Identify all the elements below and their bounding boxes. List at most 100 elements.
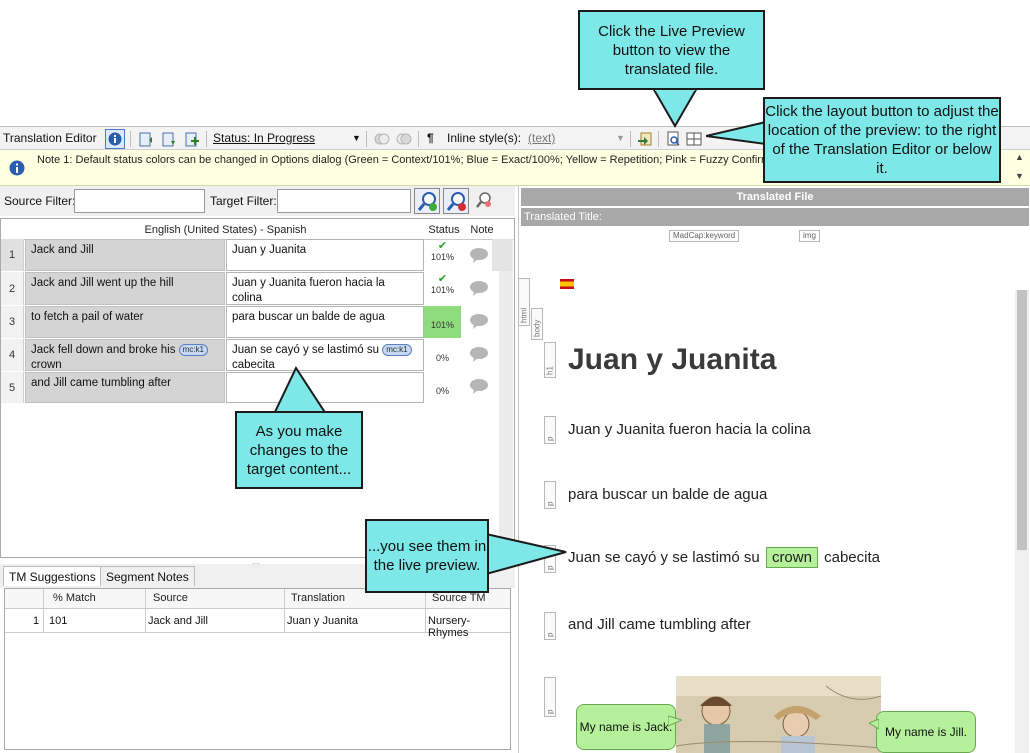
- source-text: Jack fell down and broke his: [31, 344, 176, 356]
- p-tag: p: [544, 416, 556, 444]
- preview-scrollbar-thumb[interactable]: [1017, 290, 1027, 550]
- img-tag: img: [799, 230, 820, 242]
- html-tag: html: [518, 278, 530, 326]
- target-filter-input[interactable]: [277, 189, 411, 213]
- col-header-match[interactable]: % Match: [53, 592, 96, 604]
- magnifier-icon: [476, 192, 491, 208]
- target-cell[interactable]: para buscar un balde de agua: [226, 306, 424, 338]
- source-cell[interactable]: Jack and Jill: [25, 239, 225, 271]
- status-value: 101%: [430, 252, 455, 262]
- preview-pane: Translated File Translated Title:: [518, 186, 1030, 753]
- inline-style-label: Inline style(s):: [447, 131, 522, 145]
- preview-paragraph: and Jill came tumbling after: [568, 616, 751, 633]
- preview-paragraph: para buscar un balde de agua: [568, 486, 768, 503]
- inline-style-dropdown[interactable]: (text): [528, 131, 622, 145]
- inline-tag[interactable]: mc:k1: [382, 344, 412, 356]
- status-value: 0%: [435, 386, 449, 396]
- target-cell[interactable]: Juan y Juanita: [226, 239, 424, 271]
- preview-scrollbar-track[interactable]: [1015, 290, 1029, 753]
- disabled-toggle-button-2[interactable]: [394, 129, 414, 149]
- h1-tag: h1: [544, 342, 556, 378]
- filter-target-button[interactable]: [443, 188, 469, 214]
- highlighted-term[interactable]: crown: [765, 547, 818, 568]
- speech-bubble-jill: My name is Jill.: [876, 711, 976, 753]
- live-preview-button[interactable]: [663, 129, 683, 149]
- filter-source-button[interactable]: [414, 188, 440, 214]
- target-text: Juan se cayó y se lastimó su: [232, 344, 380, 356]
- source-cell[interactable]: Jack and Jill went up the hill: [25, 272, 225, 305]
- disabled-toggle-button[interactable]: [372, 129, 392, 149]
- export-icon: [638, 132, 652, 146]
- chevron-down-icon[interactable]: ▼: [352, 133, 361, 143]
- magnifier-red-icon: [446, 192, 466, 211]
- tab-segment-notes-label: Segment Notes: [106, 569, 189, 584]
- status-value: 101%: [430, 320, 455, 330]
- tab-tm-suggestions[interactable]: TM Suggestions: [3, 566, 102, 586]
- note-bubble-icon[interactable]: [466, 377, 492, 395]
- chevron-down-icon[interactable]: ▼: [616, 133, 625, 143]
- preview-heading: Juan y Juanita: [568, 343, 777, 376]
- illustration-image: [676, 676, 881, 753]
- callout-target-changes: As you make changes to the target conten…: [235, 411, 363, 489]
- download-segment-button[interactable]: [159, 129, 179, 149]
- col-header-translation[interactable]: Translation: [291, 592, 345, 604]
- madcap-keyword-tag: MadCap:keyword: [669, 230, 740, 242]
- match-value: 101: [49, 615, 68, 627]
- row-number[interactable]: 5: [1, 372, 24, 403]
- scroll-down-icon[interactable]: ▼: [1015, 171, 1024, 181]
- preview-paragraph-start: Juan se cayó y se lastimó su: [568, 549, 760, 566]
- target-cell[interactable]: Juan y Juanita fueron hacia la colina: [226, 272, 424, 305]
- inline-style-value: (text): [528, 131, 556, 145]
- info-button[interactable]: [105, 129, 125, 149]
- status-cell: 101%: [424, 306, 461, 338]
- status-cell: 0%: [424, 339, 461, 371]
- row-number[interactable]: 4: [1, 339, 24, 371]
- jack-and-jill-picture: [676, 676, 881, 753]
- p-tag: p: [544, 677, 556, 717]
- inline-tag[interactable]: mc:k1: [178, 344, 209, 356]
- source-cell[interactable]: Jack fell down and broke his mc:k1 crown: [25, 339, 225, 371]
- row-number[interactable]: 3: [1, 306, 24, 338]
- row-number[interactable]: 2: [1, 272, 24, 305]
- callout-layout: Click the layout button to adjust the lo…: [763, 97, 1001, 183]
- note-header: Note: [470, 224, 494, 236]
- source-cell[interactable]: to fetch a pail of water: [25, 306, 225, 338]
- tab-segment-notes[interactable]: Segment Notes: [100, 566, 195, 586]
- layout-icon: [686, 132, 702, 146]
- add-segment-button[interactable]: [182, 129, 202, 149]
- status-dropdown[interactable]: Status: In Progress: [213, 131, 363, 145]
- info-icon: [9, 160, 25, 176]
- tab-tm-suggestions-label: TM Suggestions: [9, 569, 96, 584]
- clear-filter-button[interactable]: [473, 189, 497, 213]
- note-bubble-icon[interactable]: [466, 246, 492, 264]
- p-tag: p: [544, 481, 556, 509]
- translation-value: Juan y Juanita: [287, 615, 358, 627]
- spain-flag-icon: [560, 279, 574, 289]
- callout-live-preview: Click the Live Preview button to view th…: [578, 10, 765, 90]
- source-filter-input[interactable]: [74, 189, 205, 213]
- p-tag: p: [544, 612, 556, 640]
- callout-live-preview-result: ...you see them in the live preview.: [365, 519, 489, 593]
- note-bubble-icon[interactable]: [466, 312, 492, 330]
- export-button[interactable]: [635, 129, 655, 149]
- upload-segment-button[interactable]: [136, 129, 156, 149]
- preview-paragraph: Juan y Juanita fueron hacia la colina: [568, 421, 811, 438]
- document-add-icon: [185, 132, 199, 147]
- grid-scrollbar[interactable]: [499, 239, 513, 557]
- pilcrow-icon[interactable]: ¶: [427, 131, 434, 145]
- filter-row: Source Filter: Target Filter:: [0, 186, 515, 216]
- row-number: 1: [33, 615, 40, 627]
- col-header-source-tm[interactable]: Source TM: [432, 592, 486, 604]
- note-bubble-icon[interactable]: [466, 279, 492, 297]
- col-header-source[interactable]: Source: [153, 592, 188, 604]
- note-bubble-icon[interactable]: [466, 345, 492, 363]
- scroll-up-icon[interactable]: ▲: [1015, 152, 1024, 162]
- row-number[interactable]: 1: [1, 239, 24, 271]
- status-cell: 0%: [424, 372, 461, 403]
- status-value: 0%: [435, 353, 449, 363]
- source-cell[interactable]: and Jill came tumbling after: [25, 372, 225, 403]
- document-down-icon: [162, 132, 175, 147]
- check-icon: ✔: [437, 240, 448, 252]
- target-filter-label: Target Filter:: [210, 194, 277, 208]
- layout-button[interactable]: [684, 129, 704, 149]
